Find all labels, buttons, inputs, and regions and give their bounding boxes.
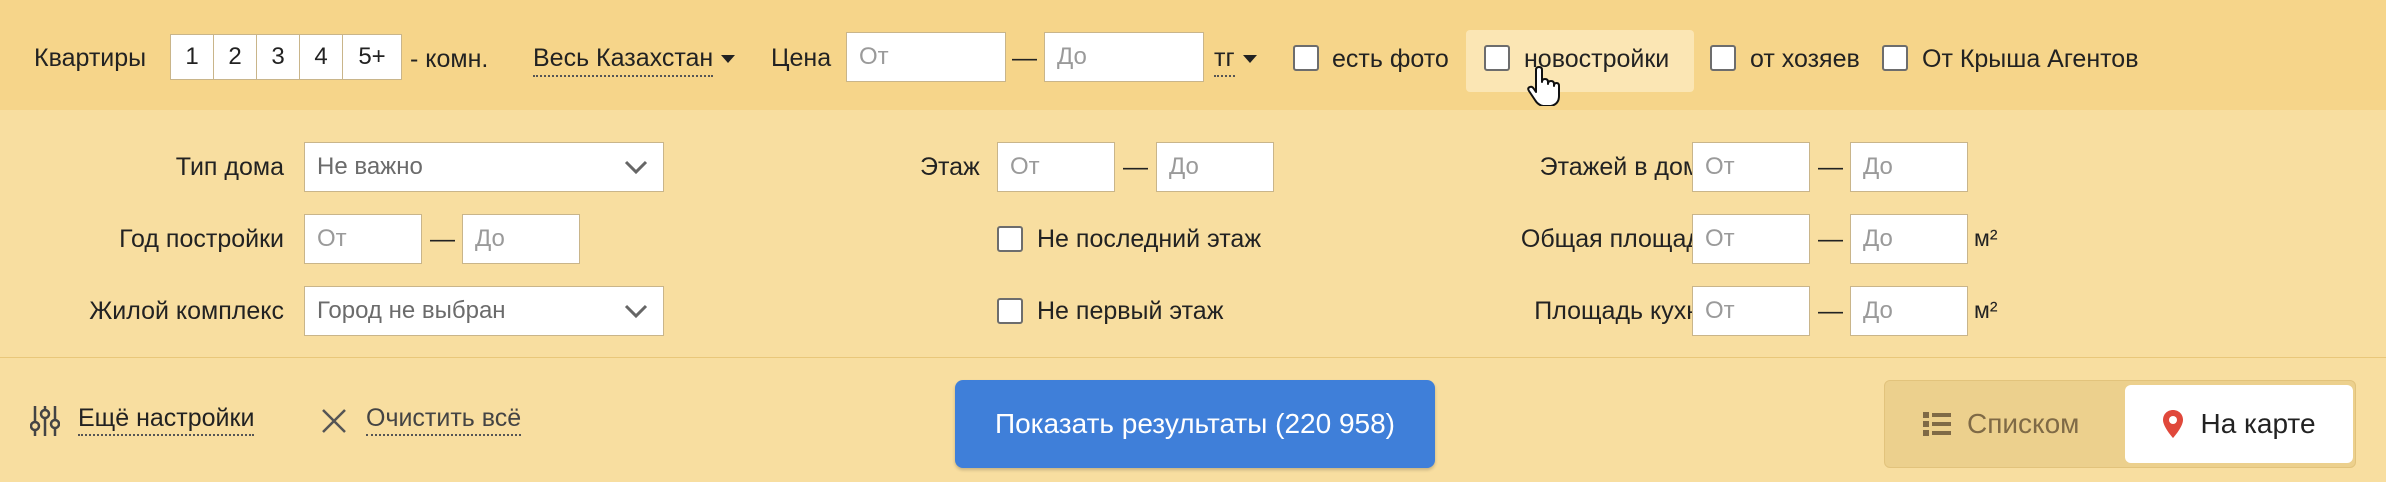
view-list-button[interactable]: Списком: [1923, 381, 2079, 467]
chevron-down-icon: [721, 55, 736, 64]
total-area-from-input[interactable]: От: [1692, 214, 1810, 264]
map-pin-icon: [2163, 410, 2184, 438]
more-settings-label: Ещё настройки: [78, 406, 255, 436]
hand-cursor-icon: [1527, 66, 1560, 106]
sliders-icon: [30, 406, 60, 436]
floor-dash: —: [1123, 153, 1148, 181]
not-first-floor-checkbox[interactable]: [997, 298, 1023, 324]
more-settings-link[interactable]: Ещё настройки: [30, 404, 255, 438]
photo-checkbox-label[interactable]: есть фото: [1332, 47, 1449, 72]
floor-label: Этаж: [920, 153, 980, 181]
kitchen-area-label: Площадь кухни: [1534, 297, 1714, 325]
rooms-button-3[interactable]: 3: [256, 34, 300, 80]
chevron-down-icon: [624, 304, 648, 319]
kitchen-area-dash: —: [1818, 297, 1843, 325]
house-type-select[interactable]: Не важно: [304, 142, 664, 192]
clear-all-link[interactable]: Очистить всё: [320, 404, 522, 438]
currency-value: тг: [1214, 44, 1235, 77]
price-label: Цена: [771, 44, 832, 72]
floors-from-input[interactable]: От: [1692, 142, 1810, 192]
floor-to-input[interactable]: До: [1156, 142, 1274, 192]
complex-label: Жилой комплекс: [89, 297, 284, 325]
total-area-unit: м²: [1974, 225, 1998, 251]
kitchen-area-from-input[interactable]: От: [1692, 286, 1810, 336]
build-year-label: Год постройки: [119, 225, 284, 253]
show-results-button[interactable]: Показать результаты (220 958): [955, 380, 1435, 468]
not-last-floor-label[interactable]: Не последний этаж: [1037, 227, 1261, 252]
kitchen-area-to-input[interactable]: До: [1850, 286, 1968, 336]
floors-to-input[interactable]: До: [1850, 142, 1968, 192]
view-toggle: Списком На карте: [1884, 380, 2356, 468]
new-buildings-checkbox[interactable]: [1484, 45, 1510, 71]
floors-dash: —: [1818, 153, 1843, 181]
price-dash: —: [1012, 44, 1037, 72]
floors-in-house-label: Этажей в доме: [1539, 153, 1714, 181]
rooms-button-4[interactable]: 4: [299, 34, 343, 80]
advanced-filters: Тип дома Не важно Год постройки От — До …: [0, 110, 2386, 358]
house-type-label: Тип дома: [175, 153, 284, 181]
currency-select[interactable]: тг: [1214, 44, 1257, 77]
agents-checkbox[interactable]: [1882, 45, 1908, 71]
house-type-value: Не важно: [317, 153, 423, 180]
kitchen-area-unit: м²: [1974, 297, 1998, 323]
clear-all-label: Очистить всё: [366, 406, 522, 436]
agents-checkbox-label[interactable]: От Крыша Агентов: [1922, 47, 2139, 72]
total-area-to-input[interactable]: До: [1850, 214, 1968, 264]
rooms-button-1[interactable]: 1: [170, 34, 214, 80]
region-value: Весь Казахстан: [533, 44, 714, 77]
close-icon: [322, 409, 346, 433]
not-last-floor-checkbox[interactable]: [997, 226, 1023, 252]
price-from-input[interactable]: От: [846, 32, 1006, 82]
chevron-down-icon: [624, 160, 648, 175]
total-area-label: Общая площадь: [1520, 225, 1714, 253]
list-icon: [1923, 412, 1951, 436]
view-map-button[interactable]: На карте: [2125, 385, 2353, 463]
top-filter-bar: Квартиры 1 2 3 4 5+ - комн. Весь Казахст…: [0, 0, 2386, 110]
price-to-input[interactable]: До: [1044, 32, 1204, 82]
region-select[interactable]: Весь Казахстан: [533, 44, 736, 77]
category-label[interactable]: Квартиры: [34, 46, 146, 71]
complex-value: Город не выбран: [317, 297, 506, 324]
view-list-label: Списком: [1967, 408, 2080, 439]
owners-checkbox[interactable]: [1710, 45, 1736, 71]
chevron-down-icon: [1242, 55, 1257, 64]
owners-checkbox-label[interactable]: от хозяев: [1750, 47, 1860, 72]
rooms-button-2[interactable]: 2: [213, 34, 257, 80]
total-area-dash: —: [1818, 225, 1843, 253]
rooms-suffix: - комн.: [410, 45, 489, 73]
bottom-action-bar: Ещё настройки Очистить всё Показать резу…: [0, 358, 2386, 482]
floor-from-input[interactable]: От: [997, 142, 1115, 192]
complex-select[interactable]: Город не выбран: [304, 286, 664, 336]
view-map-label: На карте: [2200, 408, 2316, 439]
not-first-floor-label[interactable]: Не первый этаж: [1037, 299, 1223, 324]
search-filter-panel: Квартиры 1 2 3 4 5+ - комн. Весь Казахст…: [0, 0, 2386, 482]
build-year-dash: —: [430, 225, 455, 253]
build-year-from-input[interactable]: От: [304, 214, 422, 264]
rooms-button-5plus[interactable]: 5+: [342, 34, 402, 80]
photo-checkbox[interactable]: [1293, 45, 1319, 71]
build-year-to-input[interactable]: До: [462, 214, 580, 264]
